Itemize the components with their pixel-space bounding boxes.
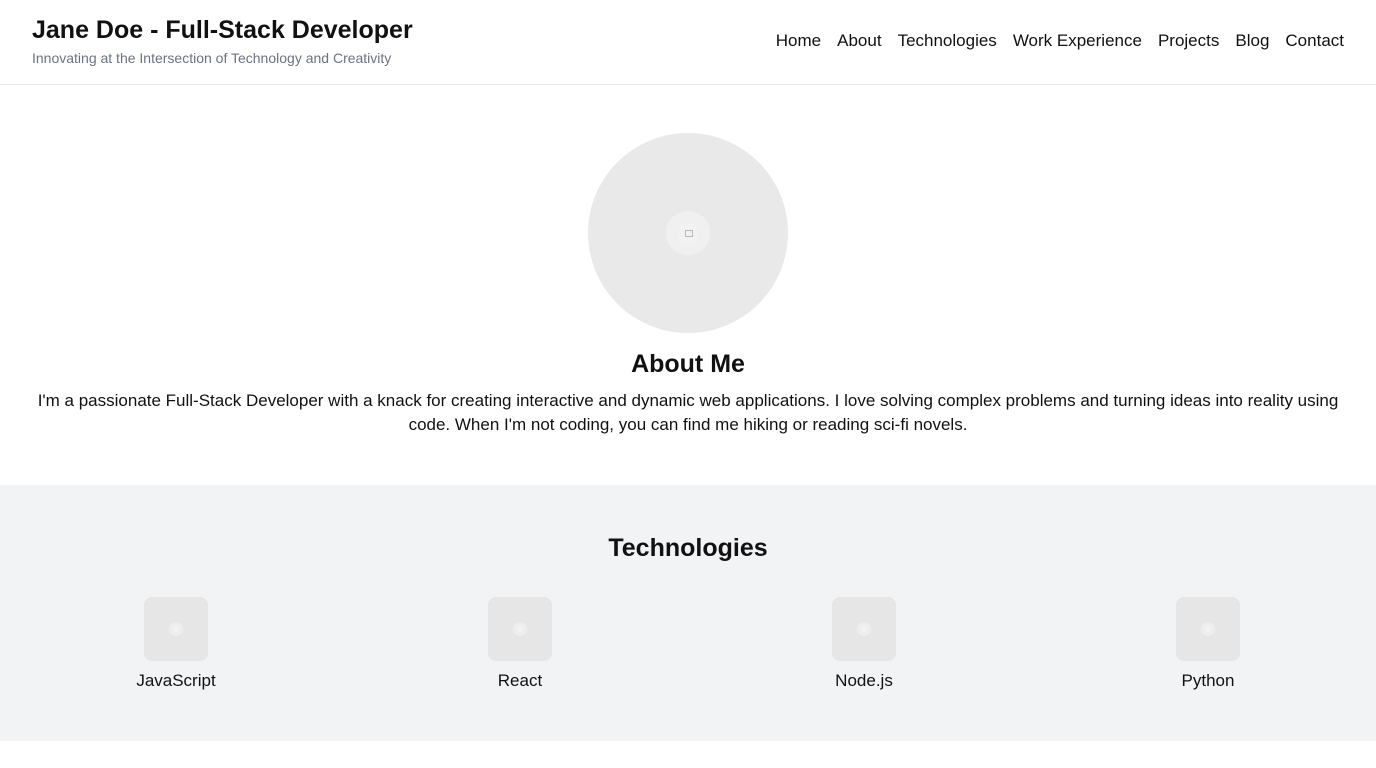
nav-technologies[interactable]: Technologies (898, 31, 997, 51)
site-tagline: Innovating at the Intersection of Techno… (32, 50, 392, 66)
tech-label: Node.js (835, 671, 893, 690)
nav-projects[interactable]: Projects (1158, 31, 1219, 51)
tech-label: React (497, 671, 543, 690)
about-heading: About Me (631, 350, 745, 378)
react-icon (488, 597, 552, 661)
python-icon (1176, 597, 1240, 661)
nav-work-experience[interactable]: Work Experience (1013, 31, 1142, 51)
nav-about[interactable]: About (837, 31, 881, 51)
site-header: Jane Doe - Full-Stack Developer Innovati… (0, 0, 1376, 85)
tech-label: Python (1181, 671, 1235, 690)
site-title: Jane Doe - Full-Stack Developer (32, 16, 413, 44)
technologies-list: JavaScript React Node.js Python (0, 597, 1376, 691)
tech-item-react: React (352, 597, 688, 691)
nav-home[interactable]: Home (776, 31, 821, 51)
tech-label: JavaScript (136, 671, 216, 690)
nav-blog[interactable]: Blog (1235, 31, 1269, 51)
tech-item-nodejs: Node.js (696, 597, 1032, 691)
about-text: I'm a passionate Full-Stack Developer wi… (37, 391, 1339, 434)
tech-item-javascript: JavaScript (8, 597, 344, 691)
technologies-section: Technologies JavaScript React Node.js Py… (0, 485, 1376, 741)
main-nav: Home About Technologies Work Experience … (776, 31, 1344, 51)
profile-avatar (588, 133, 788, 333)
about-section: About Me I'm a passionate Full-Stack Dev… (0, 85, 1376, 485)
javascript-icon (144, 597, 208, 661)
technologies-heading: Technologies (608, 534, 768, 562)
nodejs-icon (832, 597, 896, 661)
nav-contact[interactable]: Contact (1285, 31, 1344, 51)
tech-item-python: Python (1040, 597, 1376, 691)
image-placeholder-icon (678, 223, 698, 243)
